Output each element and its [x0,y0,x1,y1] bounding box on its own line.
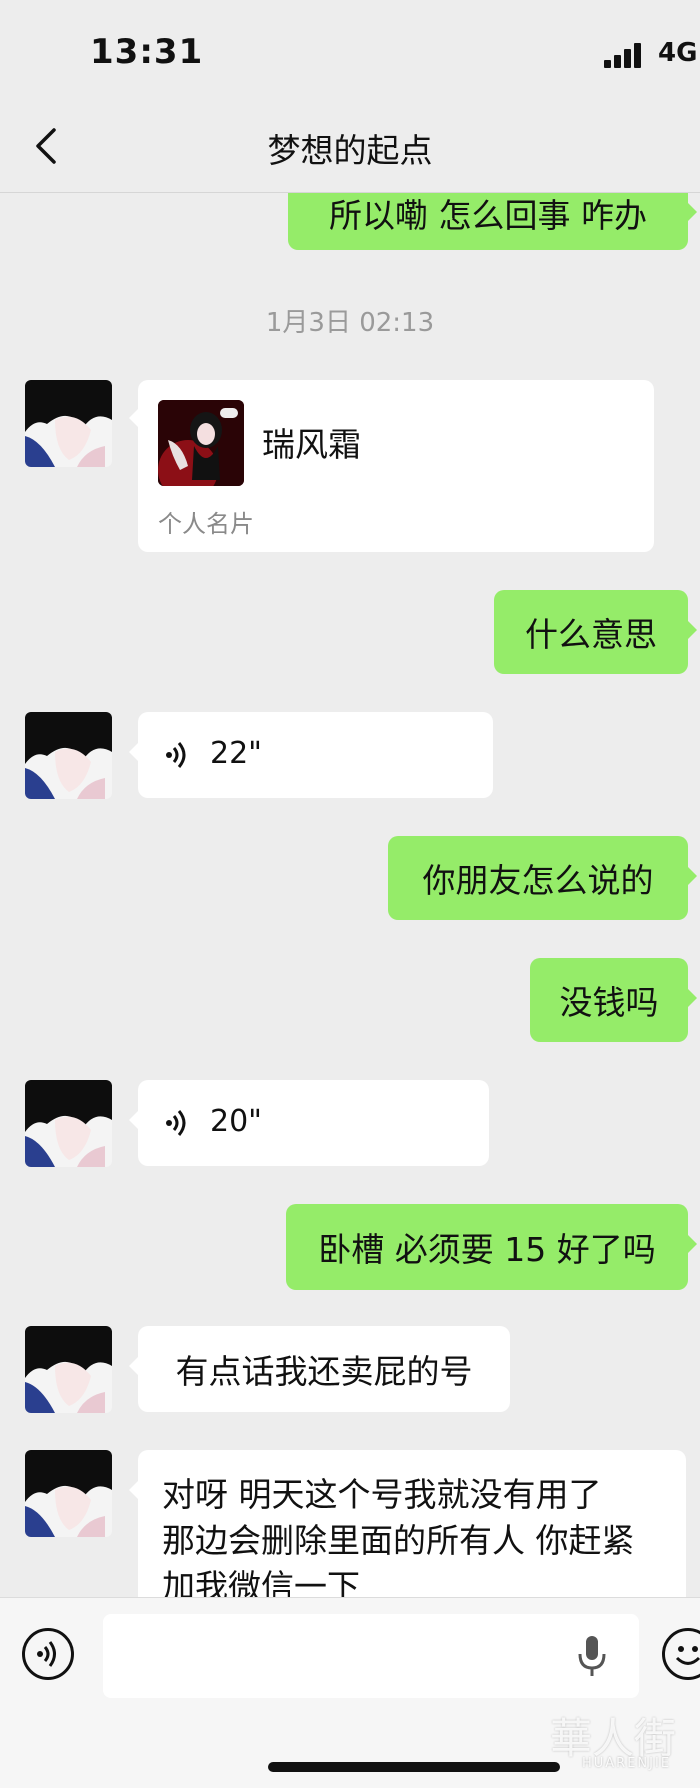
contact-card-type-label: 个人名片 [158,510,254,538]
watermark-text: HUARENJIE [582,1756,672,1771]
contact-card[interactable]: 瑞风霜 个人名片 [129,380,654,552]
voice-message[interactable]: 22" [129,712,493,798]
avatar[interactable] [25,1080,112,1167]
input-bar: 華人街 HUARENJIE [0,1597,700,1788]
emoji-button[interactable] [662,1628,700,1680]
message-bubble-sent[interactable]: 卧槽 必须要 15 好了吗 [286,1204,697,1290]
message-bubble-received[interactable]: 对呀 明天这个号我就没有用了 那边会删除里面的所有人 你赶紧加我微信一下 [129,1450,686,1597]
voice-duration: 22" [210,736,262,771]
voice-wave-icon [37,1641,56,1667]
message-bubble-sent[interactable]: 你朋友怎么说的 [388,836,697,920]
avatar[interactable] [25,380,112,467]
voice-duration: 20" [210,1104,262,1139]
avatar[interactable] [25,1326,112,1413]
message-timestamp: 1月3日 02:13 [265,308,435,338]
message-bubble-sent[interactable]: 没钱吗 [530,958,697,1042]
message-text: 有点话我还卖屁的号 [175,1352,473,1391]
message-input[interactable] [103,1614,639,1698]
network-type: 4G [658,38,698,68]
message-text: 卧槽 必须要 15 好了吗 [318,1230,656,1269]
contact-card-image [158,400,244,486]
emoji-icon [675,1646,700,1665]
chat-header: 梦想的起点 [0,100,700,193]
voice-input-toggle[interactable] [22,1628,74,1680]
status-bar: 13:31 4G [0,0,700,100]
message-text: 对呀 明天这个号我就没有用了 那边会删除里面的所有人 你赶紧加我微信一下 [162,1475,635,1597]
message-text: 什么意思 [525,615,657,654]
voice-message[interactable]: 20" [129,1080,489,1166]
voice-wave-icon [166,742,186,768]
microphone-icon[interactable] [576,1634,608,1678]
message-list[interactable]: 所以嘞 怎么回事 咋办 1月3日 02:13 瑞风霜 个人名片 什么意思 22"… [0,0,700,1597]
voice-wave-icon [166,1110,186,1136]
message-text: 没钱吗 [559,983,659,1022]
signal-icon [604,42,644,68]
avatar[interactable] [25,712,112,799]
contact-card-name: 瑞风霜 [262,425,361,464]
message-text: 你朋友怎么说的 [422,861,654,900]
avatar[interactable] [25,1450,112,1537]
status-time: 13:31 [90,32,204,72]
home-indicator [268,1762,560,1772]
chat-title: 梦想的起点 [267,131,433,170]
message-bubble-sent[interactable]: 什么意思 [494,590,697,674]
message-bubble-received[interactable]: 有点话我还卖屁的号 [129,1326,510,1412]
